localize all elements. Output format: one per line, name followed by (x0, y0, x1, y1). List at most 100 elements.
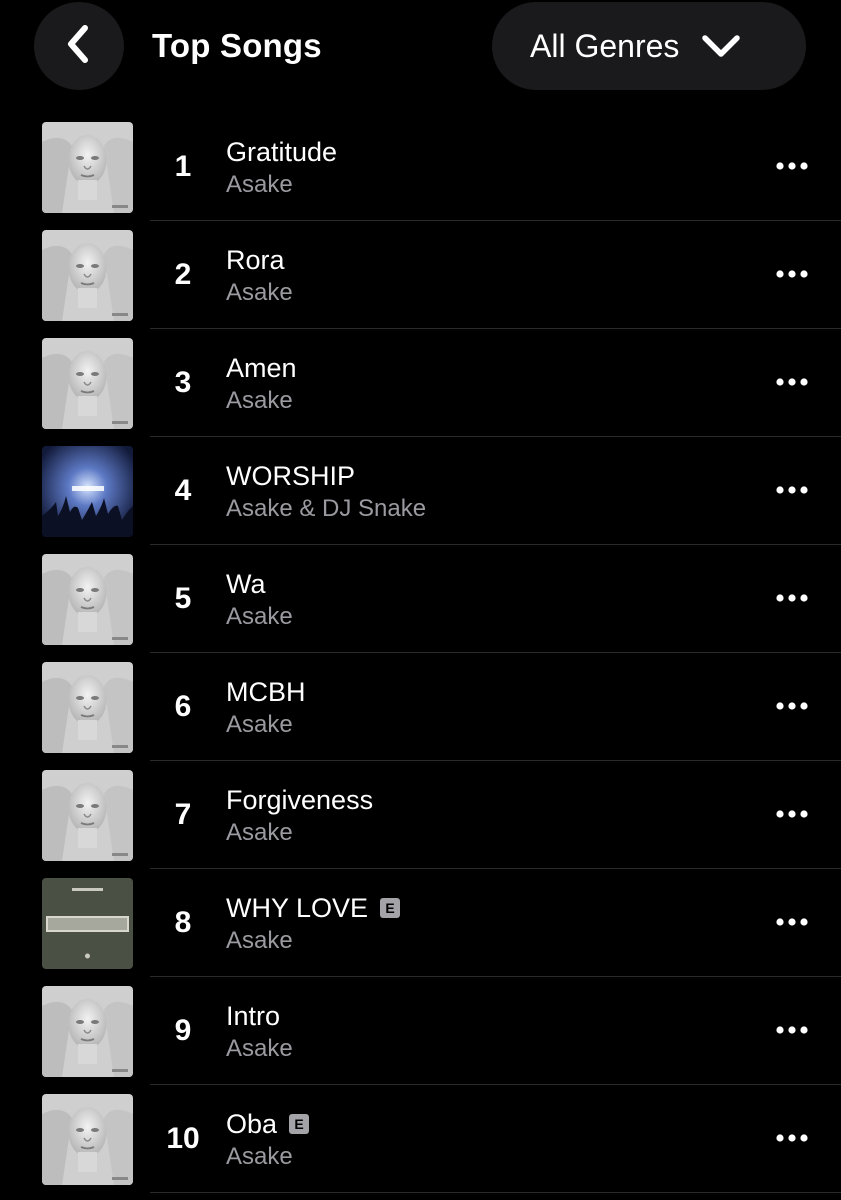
song-title: Rora (226, 245, 285, 275)
song-title: Gratitude (226, 137, 338, 167)
more-options-button[interactable] (766, 475, 818, 505)
chevron-left-icon (64, 24, 94, 69)
song-info: Amen Asake (226, 350, 746, 416)
song-row-2[interactable]: 2 Rora Asake (0, 221, 841, 329)
song-title-line: Wa (226, 566, 746, 602)
more-options-button[interactable] (766, 151, 818, 181)
song-info: Intro Asake (226, 998, 746, 1064)
song-list: 1 Gratitude Asake 2 Rora Asake 3 Amen As… (0, 113, 841, 1193)
lungu-boy-cover (42, 230, 133, 321)
song-rank: 7 (174, 798, 192, 831)
ellipsis-icon (776, 805, 808, 823)
lungu-boy-cover (42, 554, 133, 645)
song-info: Gratitude Asake (226, 134, 746, 200)
song-title: Oba (226, 1109, 278, 1139)
more-options-button[interactable] (766, 583, 818, 613)
top-songs-screen: Top Songs All Genres 1 Gratitude Asake 2… (0, 0, 841, 1200)
lungu-boy-cover (42, 1094, 133, 1185)
song-row-4[interactable]: 4 WORSHIP Asake & DJ Snake (0, 437, 841, 545)
song-row-8[interactable]: 8 WHY LOVE E Asake (0, 869, 841, 977)
song-artist: Asake (226, 603, 293, 630)
song-rank: 6 (174, 690, 192, 723)
explicit-badge: E (289, 1114, 310, 1134)
song-row-3[interactable]: 3 Amen Asake (0, 329, 841, 437)
chevron-down-icon (701, 32, 741, 60)
song-artist: Asake (226, 1035, 293, 1062)
song-row-9[interactable]: 9 Intro Asake (0, 977, 841, 1085)
song-info: WORSHIP Asake & DJ Snake (226, 458, 746, 524)
song-artist: Asake (226, 387, 293, 414)
song-artist: Asake (226, 171, 293, 198)
song-info: Rora Asake (226, 242, 746, 308)
song-row-6[interactable]: 6 MCBH Asake (0, 653, 841, 761)
song-row-1[interactable]: 1 Gratitude Asake (0, 113, 841, 221)
song-title: WHY LOVE (226, 893, 369, 923)
lungu-boy-cover (42, 662, 133, 753)
song-row-10[interactable]: 10 Oba E Asake (0, 1085, 841, 1193)
ellipsis-icon (776, 913, 808, 931)
ellipsis-icon (776, 265, 808, 283)
ellipsis-icon (776, 697, 808, 715)
song-rank: 9 (174, 1014, 192, 1047)
ellipsis-icon (776, 1021, 808, 1039)
more-options-button[interactable] (766, 1123, 818, 1153)
song-title-line: Amen (226, 350, 746, 386)
song-title-line: WHY LOVE E (226, 890, 746, 926)
genre-filter-button[interactable]: All Genres (492, 2, 806, 90)
more-options-button[interactable] (766, 367, 818, 397)
song-title: Intro (226, 1001, 281, 1031)
song-rank: 1 (174, 150, 192, 183)
more-options-button[interactable] (766, 907, 818, 937)
ellipsis-icon (776, 157, 808, 175)
lungu-boy-cover (42, 770, 133, 861)
back-button[interactable] (34, 2, 124, 90)
song-info: Wa Asake (226, 566, 746, 632)
worship-cover (42, 446, 133, 537)
song-title-line: Intro (226, 998, 746, 1034)
song-rank: 4 (174, 474, 192, 507)
song-rank: 2 (174, 258, 192, 291)
song-title-line: MCBH (226, 674, 746, 710)
song-artist: Asake (226, 927, 293, 954)
song-artist: Asake (226, 819, 293, 846)
song-title-line: WORSHIP (226, 458, 746, 494)
song-info: Oba E Asake (226, 1106, 746, 1172)
ellipsis-icon (776, 481, 808, 499)
song-title-line: Gratitude (226, 134, 746, 170)
more-options-button[interactable] (766, 691, 818, 721)
song-info: Forgiveness Asake (226, 782, 746, 848)
song-title: WORSHIP (226, 461, 356, 491)
lungu-boy-cover (42, 986, 133, 1077)
song-rank: 5 (174, 582, 192, 615)
song-title: Amen (226, 353, 297, 383)
song-rank: 8 (174, 906, 192, 939)
genre-filter-label: All Genres (530, 28, 680, 64)
song-title: MCBH (226, 677, 306, 707)
song-artist: Asake (226, 711, 293, 738)
song-info: MCBH Asake (226, 674, 746, 740)
song-rank: 10 (166, 1122, 200, 1155)
more-options-button[interactable] (766, 259, 818, 289)
lungu-boy-cover (42, 338, 133, 429)
lungu-boy-cover (42, 122, 133, 213)
song-row-5[interactable]: 5 Wa Asake (0, 545, 841, 653)
song-title-line: Oba E (226, 1106, 746, 1142)
ellipsis-icon (776, 373, 808, 391)
row-divider (150, 1192, 841, 1193)
song-rank: 3 (174, 366, 192, 399)
ellipsis-icon (776, 1129, 808, 1147)
song-artist: Asake & DJ Snake (226, 495, 427, 522)
song-row-7[interactable]: 7 Forgiveness Asake (0, 761, 841, 869)
song-title-line: Rora (226, 242, 746, 278)
why-love-cover (42, 878, 133, 969)
song-title: Forgiveness (226, 785, 374, 815)
song-title: Wa (226, 569, 266, 599)
song-title-line: Forgiveness (226, 782, 746, 818)
more-options-button[interactable] (766, 1015, 818, 1045)
more-options-button[interactable] (766, 799, 818, 829)
ellipsis-icon (776, 589, 808, 607)
explicit-badge: E (380, 898, 401, 918)
header: Top Songs All Genres (0, 0, 841, 108)
page-title: Top Songs (152, 27, 322, 64)
song-artist: Asake (226, 279, 293, 306)
